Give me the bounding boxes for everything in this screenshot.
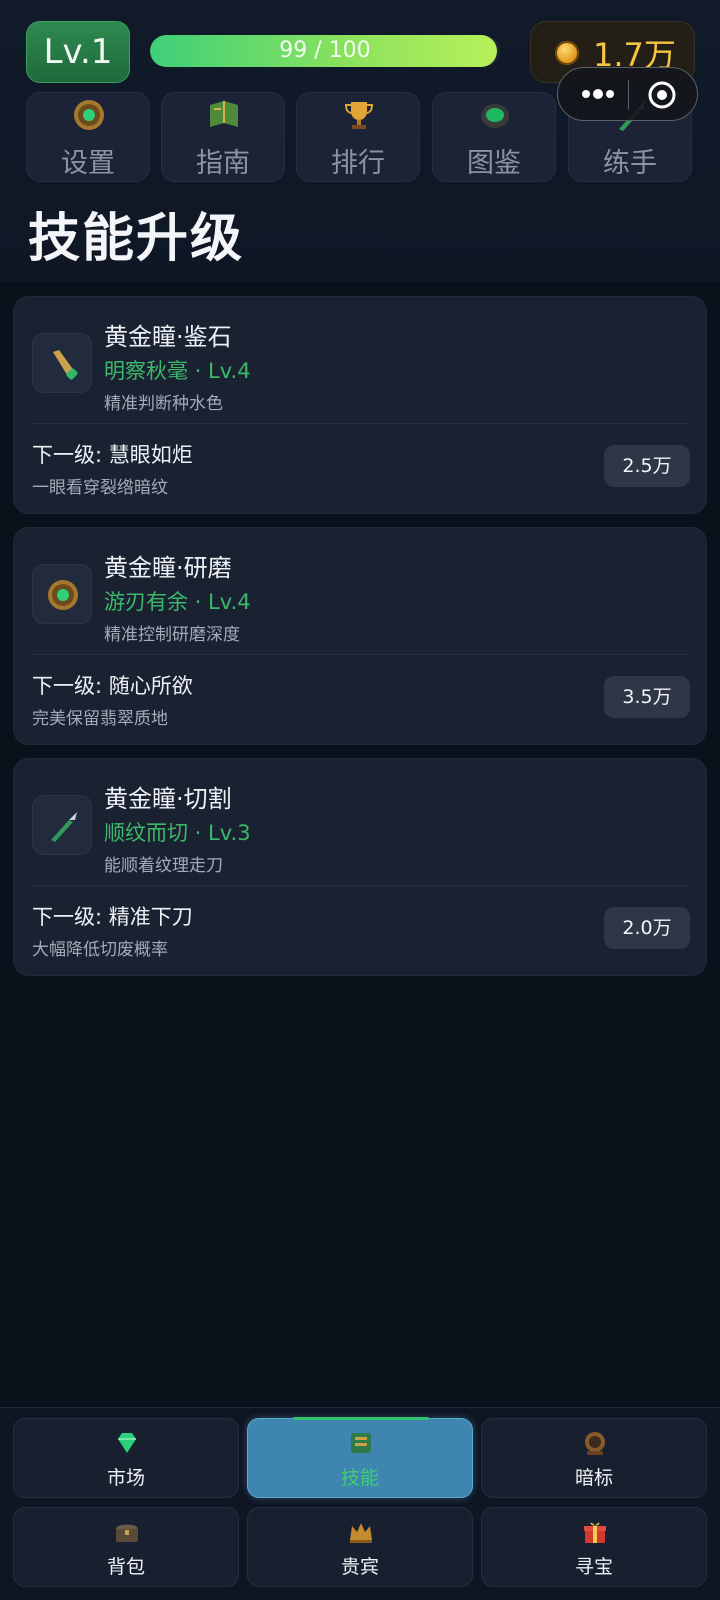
top-bar: Lv.1 99 / 100 1.7万 设置 指南 排行 图鉴 练手 技能升级 <box>0 0 720 282</box>
skill-level: 游刃有余 · Lv.4 <box>104 590 251 614</box>
crown-icon <box>350 1523 372 1543</box>
nav-market-button[interactable]: 市场 <box>13 1418 239 1498</box>
mini-program-capsule <box>557 67 698 121</box>
nav-auction-button[interactable]: 暗标 <box>481 1418 707 1498</box>
skill-name: 黄金瞳·研磨 <box>104 554 232 582</box>
next-level-title: 下一级: 随心所欲 <box>32 674 193 698</box>
carving-knife-icon <box>51 812 77 842</box>
divider <box>32 885 690 886</box>
chest-icon <box>116 1524 138 1542</box>
skill-icon-box <box>32 333 92 393</box>
capsule-divider <box>628 80 629 110</box>
menu-guide-label: 指南 <box>196 148 250 179</box>
nav-skills-label: 技能 <box>340 1467 379 1489</box>
next-level-description: 一眼看穿裂绺暗纹 <box>32 478 168 498</box>
next-level-description: 完美保留翡翠质地 <box>32 709 168 729</box>
menu-practice-label: 练手 <box>603 148 657 179</box>
page-title: 技能升级 <box>28 209 245 269</box>
gem-icon <box>118 1433 136 1453</box>
skill-description: 精准判断种水色 <box>104 394 223 414</box>
menu-settings-label: 设置 <box>61 148 115 179</box>
more-icon[interactable] <box>578 82 618 106</box>
nav-vip-button[interactable]: 贵宾 <box>247 1507 473 1587</box>
menu-guide-button[interactable]: 指南 <box>161 92 285 182</box>
skill-icon-box <box>32 795 92 855</box>
next-level-title: 下一级: 慧眼如炬 <box>32 443 193 467</box>
nav-treasure-button[interactable]: 寻宝 <box>481 1507 707 1587</box>
upgrade-price-button[interactable]: 3.5万 <box>604 676 690 718</box>
bottom-nav: 市场 技能 暗标 背包 贵宾 寻宝 <box>0 1407 720 1600</box>
skill-level: 顺纹而切 · Lv.3 <box>104 821 251 845</box>
nav-skills-button[interactable]: 技能 <box>247 1417 473 1498</box>
nav-backpack-label: 背包 <box>106 1556 145 1578</box>
menu-ranking-label: 排行 <box>331 148 385 179</box>
book-icon <box>210 101 238 127</box>
next-level-title: 下一级: 精准下刀 <box>32 905 193 929</box>
skill-description: 精准控制研磨深度 <box>104 625 240 645</box>
emerald-amulet-icon <box>48 580 78 610</box>
flashlight-icon <box>53 350 78 380</box>
emerald-amulet-icon <box>74 100 104 130</box>
upgrade-price-button[interactable]: 2.5万 <box>604 445 690 487</box>
menu-settings-button[interactable]: 设置 <box>26 92 150 182</box>
level-badge[interactable]: Lv.1 <box>26 21 130 83</box>
next-level-description: 大幅降低切废概率 <box>32 940 168 960</box>
divider <box>32 423 690 424</box>
menu-collection-button[interactable]: 图鉴 <box>432 92 556 182</box>
xp-progress-bar: 99 / 100 <box>150 35 500 67</box>
nav-market-label: 市场 <box>106 1467 145 1489</box>
skill-level: 明察秋毫 · Lv.4 <box>104 359 251 383</box>
nav-backpack-button[interactable]: 背包 <box>13 1507 239 1587</box>
menu-ranking-button[interactable]: 排行 <box>296 92 420 182</box>
upgrade-price-button[interactable]: 2.0万 <box>604 907 690 949</box>
skill-icon-box <box>32 564 92 624</box>
jade-book-icon <box>351 1433 371 1453</box>
jade-stone-icon <box>481 104 509 128</box>
nav-auction-label: 暗标 <box>574 1467 613 1489</box>
skill-name: 黄金瞳·鉴石 <box>104 323 232 351</box>
skill-name: 黄金瞳·切割 <box>104 785 232 813</box>
gift-icon <box>584 1522 606 1543</box>
trophy-icon <box>344 102 374 129</box>
xp-text: 99 / 100 <box>279 38 371 63</box>
skill-card: 黄金瞳·鉴石 明察秋毫 · Lv.4 精准判断种水色 下一级: 慧眼如炬 一眼看… <box>13 296 707 514</box>
menu-collection-label: 图鉴 <box>467 148 521 179</box>
nav-vip-label: 贵宾 <box>340 1556 379 1578</box>
nav-treasure-label: 寻宝 <box>574 1556 613 1578</box>
skill-card: 黄金瞳·研磨 游刃有余 · Lv.4 精准控制研磨深度 下一级: 随心所欲 完美… <box>13 527 707 745</box>
close-target-icon[interactable] <box>646 79 678 111</box>
skill-description: 能顺着纹理走刀 <box>104 856 223 876</box>
divider <box>32 654 690 655</box>
active-tab-indicator <box>293 1417 429 1420</box>
skill-card: 黄金瞳·切割 顺纹而切 · Lv.3 能顺着纹理走刀 下一级: 精准下刀 大幅降… <box>13 758 707 976</box>
coin-icon <box>555 41 579 65</box>
auction-icon <box>585 1432 605 1455</box>
